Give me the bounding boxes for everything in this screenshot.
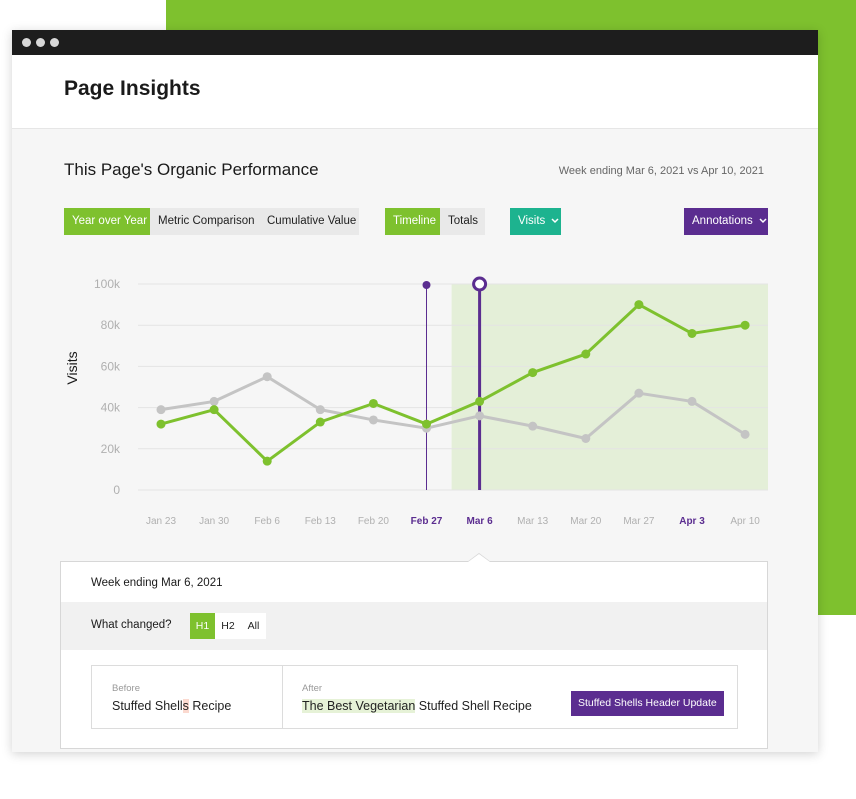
- tab-h1[interactable]: H1: [190, 613, 215, 639]
- week-details-panel: Week ending Mar 6, 2021 What changed? H1…: [60, 553, 768, 749]
- data-point: [315, 405, 325, 415]
- x-tick-label: Feb 27: [411, 516, 443, 527]
- x-tick-label: Feb 6: [254, 516, 280, 527]
- what-changed-label: What changed?: [91, 619, 172, 631]
- x-tick-label: Jan 30: [199, 516, 229, 527]
- before-heading-text: Stuffed Shells Recipe: [112, 699, 232, 713]
- after-label: After: [302, 683, 323, 694]
- x-tick-label: Feb 20: [358, 516, 390, 527]
- y-tick-label: 40k: [101, 401, 121, 415]
- x-tick-label: Feb 13: [305, 516, 337, 527]
- x-tick-label: Mar 20: [570, 516, 602, 527]
- x-tick-label: Mar 27: [623, 516, 655, 527]
- data-point: [687, 396, 697, 406]
- details-week-label: Week ending Mar 6, 2021: [91, 577, 223, 589]
- y-axis-label: Visits: [64, 351, 80, 384]
- x-tick-label: Apr 3: [679, 516, 705, 527]
- y-tick-label: 20k: [101, 442, 121, 456]
- x-tick-label: Mar 6: [467, 516, 494, 527]
- y-tick-label: 80k: [101, 318, 121, 332]
- added-text-highlight: The Best Vegetarian: [302, 699, 416, 713]
- data-point: [156, 419, 166, 429]
- data-point: [528, 368, 538, 378]
- data-point: [634, 300, 644, 310]
- data-point: [422, 419, 431, 429]
- tab-all[interactable]: All: [241, 613, 266, 639]
- what-changed-row: What changed? H1 H2 All: [61, 602, 767, 650]
- data-point: [156, 405, 166, 415]
- data-point: [740, 429, 750, 439]
- annotation-button[interactable]: Stuffed Shells Header Update: [571, 691, 724, 716]
- data-point: [315, 417, 325, 427]
- x-tick-label: Jan 23: [146, 516, 176, 527]
- highlight-region: [451, 284, 768, 490]
- y-tick-label: 0: [113, 483, 120, 497]
- before-label: Before: [112, 683, 140, 694]
- annotation-marker-dot: [422, 281, 431, 289]
- app-window: Page Insights This Page's Organic Perfor…: [12, 30, 818, 752]
- data-point: [740, 320, 750, 330]
- data-point: [581, 349, 591, 359]
- data-point: [368, 398, 378, 408]
- data-point: [581, 434, 591, 443]
- selected-week-ring: [472, 276, 488, 292]
- data-point: [209, 396, 219, 406]
- tab-h2[interactable]: H2: [215, 613, 241, 639]
- x-tick-label: Mar 13: [517, 516, 549, 527]
- data-point: [475, 411, 485, 421]
- data-point: [528, 421, 538, 431]
- data-point: [262, 372, 272, 382]
- data-point: [262, 456, 272, 466]
- heading-comparison: Before Stuffed Shells Recipe After The B…: [91, 665, 738, 729]
- data-point: [209, 405, 219, 415]
- after-heading-text: The Best Vegetarian Stuffed Shell Recipe: [302, 699, 532, 713]
- x-tick-label: Apr 10: [730, 516, 760, 527]
- y-tick-label: 100k: [94, 277, 121, 291]
- data-point: [687, 328, 697, 338]
- y-tick-label: 60k: [101, 359, 121, 373]
- data-point: [475, 396, 485, 406]
- data-point: [634, 388, 644, 398]
- comparison-divider: [282, 666, 283, 728]
- data-point: [368, 415, 378, 425]
